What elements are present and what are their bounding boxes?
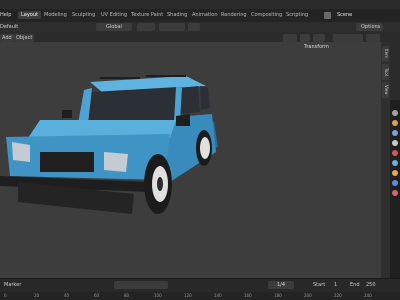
mode-dropdown[interactable]: Default xyxy=(0,24,18,30)
ruler-tick: 140 xyxy=(214,293,222,298)
material-properties-icon[interactable] xyxy=(392,190,398,196)
shading-options[interactable] xyxy=(366,34,380,42)
marker-menu[interactable]: Marker xyxy=(4,282,21,288)
ruler-tick: 180 xyxy=(274,293,282,298)
ruler-tick: 0 xyxy=(4,293,7,298)
tab-layout[interactable]: Layout xyxy=(18,11,41,19)
scene-properties-icon[interactable] xyxy=(392,150,398,156)
gizmo-toggle[interactable] xyxy=(283,34,297,42)
ruler-tick: 220 xyxy=(334,293,342,298)
ruler-tick: 160 xyxy=(244,293,252,298)
add-menu[interactable]: Add xyxy=(0,34,14,42)
viewport-header-secondary: Add Object xyxy=(0,32,400,42)
sidebar-tab-view[interactable]: View xyxy=(382,82,389,98)
shading-mode-buttons[interactable] xyxy=(333,34,363,42)
end-value[interactable]: 250 xyxy=(366,282,376,288)
view-layer-icon[interactable] xyxy=(392,140,398,146)
start-label: Start xyxy=(313,282,326,288)
tab-shading[interactable]: Shading xyxy=(167,12,187,18)
scene-icon[interactable] xyxy=(324,12,331,19)
pivot-dropdown[interactable] xyxy=(137,23,155,31)
scene-selector[interactable]: Scene xyxy=(337,12,352,18)
tool-properties-icon[interactable] xyxy=(392,110,398,116)
tab-compositing[interactable]: Compositing xyxy=(251,12,282,18)
output-properties-icon[interactable] xyxy=(392,130,398,136)
tab-rendering[interactable]: Rendering xyxy=(221,12,247,18)
tab-scripting[interactable]: Scripting xyxy=(286,12,308,18)
sidebar-tabs: Item Tool View xyxy=(381,42,390,278)
ruler-tick: 80 xyxy=(124,293,130,298)
render-properties-icon[interactable] xyxy=(392,120,398,126)
transform-panel-header[interactable]: Transform xyxy=(304,44,329,50)
current-frame-field[interactable]: 1/4 xyxy=(268,281,294,289)
sidebar-tab-item[interactable]: Item xyxy=(382,46,389,62)
playback-controls[interactable] xyxy=(114,281,168,289)
modifier-properties-icon[interactable] xyxy=(392,180,398,186)
ruler-tick: 240 xyxy=(364,293,372,298)
ruler-tick: 20 xyxy=(34,293,40,298)
tab-uv-editing[interactable]: UV Editing xyxy=(101,12,127,18)
proportional-edit-toggle[interactable] xyxy=(188,23,200,31)
object-menu[interactable]: Object xyxy=(14,34,35,42)
properties-editor-tabs xyxy=(390,100,400,280)
3d-viewport[interactable]: Transform xyxy=(0,42,381,278)
ruler-tick: 40 xyxy=(64,293,70,298)
options-label: Options xyxy=(361,24,381,30)
start-value[interactable]: 1 xyxy=(334,282,337,288)
ruler-tick: 60 xyxy=(94,293,100,298)
ruler-tick: 100 xyxy=(154,293,162,298)
tab-modeling[interactable]: Modeling xyxy=(44,12,67,18)
tab-texture-paint[interactable]: Texture Paint xyxy=(131,12,163,18)
ruler-tick: 120 xyxy=(184,293,192,298)
xray-toggle[interactable] xyxy=(313,34,325,42)
world-properties-icon[interactable] xyxy=(392,160,398,166)
end-label: End xyxy=(350,282,360,288)
overlay-toggle[interactable] xyxy=(300,34,310,42)
car-model xyxy=(0,42,381,278)
timeline-ruler[interactable]: 0 20 40 60 80 100 120 140 160 180 200 22… xyxy=(0,292,400,300)
top-menu-bar: Help Layout Modeling Sculpting UV Editin… xyxy=(0,9,400,22)
object-properties-icon[interactable] xyxy=(392,170,398,176)
tab-animation[interactable]: Animation xyxy=(192,12,218,18)
sidebar-tab-tool[interactable]: Tool xyxy=(382,64,389,80)
viewport-header: Default Global Options xyxy=(0,22,400,32)
tab-sculpting[interactable]: Sculpting xyxy=(72,12,95,18)
help-menu[interactable]: Help xyxy=(0,12,11,18)
ruler-tick: 200 xyxy=(304,293,312,298)
snap-toggle[interactable] xyxy=(159,23,185,31)
transform-orientation-label: Global xyxy=(106,24,122,30)
